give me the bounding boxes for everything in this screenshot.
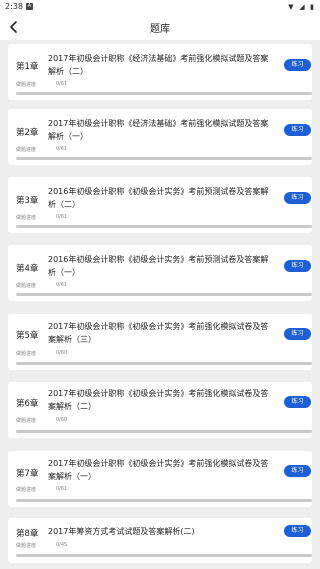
- progress-count: 0/61: [56, 146, 68, 152]
- chapter-card-1[interactable]: 第1章 2017年初级会计职称《经济法基础》考前强化模拟试题及答案解析（二） 做…: [8, 44, 312, 100]
- progress-label: 做题进度: [16, 487, 37, 493]
- chapter-number: 第3章: [16, 196, 39, 206]
- chapter-title: 2017年筹资方式考试试题及答案解析(二): [48, 527, 195, 536]
- progress-count: 0/61: [56, 282, 68, 288]
- chapter-number: 第5章: [16, 331, 39, 341]
- progress-bar: [16, 157, 312, 160]
- practice-button[interactable]: 练习: [284, 59, 311, 71]
- chapter-card-2[interactable]: 第2章 2017年初级会计职称《经济法基础》考前强化模拟试题及答案解析（一） 做…: [8, 109, 312, 165]
- chapter-number: 第8章: [16, 529, 39, 539]
- practice-button[interactable]: 练习: [284, 396, 311, 408]
- chapter-number: 第7章: [16, 469, 39, 479]
- question-bank-list[interactable]: 第1章 2017年初级会计职称《经济法基础》考前强化模拟试题及答案解析（二） 做…: [0, 40, 320, 569]
- signal-icon: ◢: [299, 3, 305, 11]
- progress-count: 0/45: [56, 542, 68, 548]
- progress-label: 做题进度: [16, 543, 37, 549]
- practice-button[interactable]: 练习: [284, 465, 311, 477]
- wifi-icon: ▼: [288, 3, 294, 11]
- a-icon: A: [26, 3, 33, 10]
- chapter-card-3[interactable]: 第3章 2016年初级会计职称《初级会计实务》考前预测试卷及答案解析（二） 做题…: [8, 177, 312, 233]
- progress-label: 做题进度: [16, 215, 37, 221]
- practice-button[interactable]: 练习: [284, 260, 311, 272]
- progress-count: 0/60: [56, 417, 68, 423]
- chapter-title: 2017年初级会计职称《初级会计实务》考前强化模拟试卷及答案解析（三）: [48, 322, 269, 344]
- chapter-card-8[interactable]: 第8章 2017年筹资方式考试试题及答案解析(二) 做题进度 0/45 练习: [8, 518, 312, 563]
- progress-bar: [16, 362, 312, 365]
- progress-count: 0/61: [56, 81, 68, 87]
- progress-label: 做题进度: [16, 147, 37, 153]
- page-title: 题库: [150, 24, 170, 35]
- chapter-card-4[interactable]: 第4章 2016年初级会计职称《初级会计实务》考前预测试卷及答案解析（一） 做题…: [8, 245, 312, 301]
- progress-count: 0/61: [56, 214, 68, 220]
- progress-bar: [16, 430, 312, 433]
- chapter-title: 2016年初级会计职称《初级会计实务》考前预测试卷及答案解析（一）: [48, 255, 269, 277]
- chapter-number: 第6章: [16, 399, 39, 409]
- chapter-number: 第1章: [16, 62, 39, 72]
- status-icons: ▼ ◢ ▮: [285, 2, 314, 11]
- progress-label: 做题进度: [16, 351, 37, 357]
- status-bar: 2:38 A ▼ ◢ ▮: [0, 0, 320, 14]
- practice-button[interactable]: 练习: [284, 124, 311, 136]
- chapter-title: 2017年初级会计职称《经济法基础》考前强化模拟试题及答案解析（二）: [48, 54, 269, 76]
- progress-bar: [16, 499, 312, 502]
- progress-count: 0/60: [56, 350, 68, 356]
- chapter-title: 2017年初级会计职称《初级会计实务》考前强化模拟试卷及答案解析（一）: [48, 459, 269, 481]
- app-header: 题库: [0, 14, 320, 40]
- practice-button[interactable]: 练习: [284, 328, 311, 340]
- progress-label: 做题进度: [16, 283, 37, 289]
- chapter-title: 2017年初级会计职称《初级会计实务》考前强化模拟试卷及答案解析（二）: [48, 389, 269, 411]
- progress-bar: [16, 225, 312, 228]
- chapter-number: 第4章: [16, 264, 39, 274]
- progress-bar: [16, 554, 312, 557]
- progress-label: 做题进度: [16, 82, 37, 88]
- chapter-card-5[interactable]: 第5章 2017年初级会计职称《初级会计实务》考前强化模拟试卷及答案解析（三） …: [8, 314, 312, 370]
- chapter-card-6[interactable]: 第6章 2017年初级会计职称《初级会计实务》考前强化模拟试卷及答案解析（二） …: [8, 382, 312, 438]
- battery-icon: ▮: [310, 3, 314, 11]
- chapter-number: 第2章: [16, 128, 39, 138]
- chapter-title: 2016年初级会计职称《初级会计实务》考前预测试卷及答案解析（二）: [48, 187, 269, 209]
- chapter-card-7[interactable]: 第7章 2017年初级会计职称《初级会计实务》考前强化模拟试卷及答案解析（一） …: [8, 451, 312, 507]
- practice-button[interactable]: 练习: [284, 192, 311, 204]
- chapter-title: 2017年初级会计职称《经济法基础》考前强化模拟试题及答案解析（一）: [48, 119, 269, 141]
- progress-bar: [16, 92, 312, 95]
- progress-label: 做题进度: [16, 418, 37, 424]
- status-time: 2:38: [5, 2, 23, 11]
- progress-bar: [16, 293, 312, 296]
- practice-button[interactable]: 练习: [284, 525, 311, 537]
- progress-count: 0/61: [56, 486, 68, 492]
